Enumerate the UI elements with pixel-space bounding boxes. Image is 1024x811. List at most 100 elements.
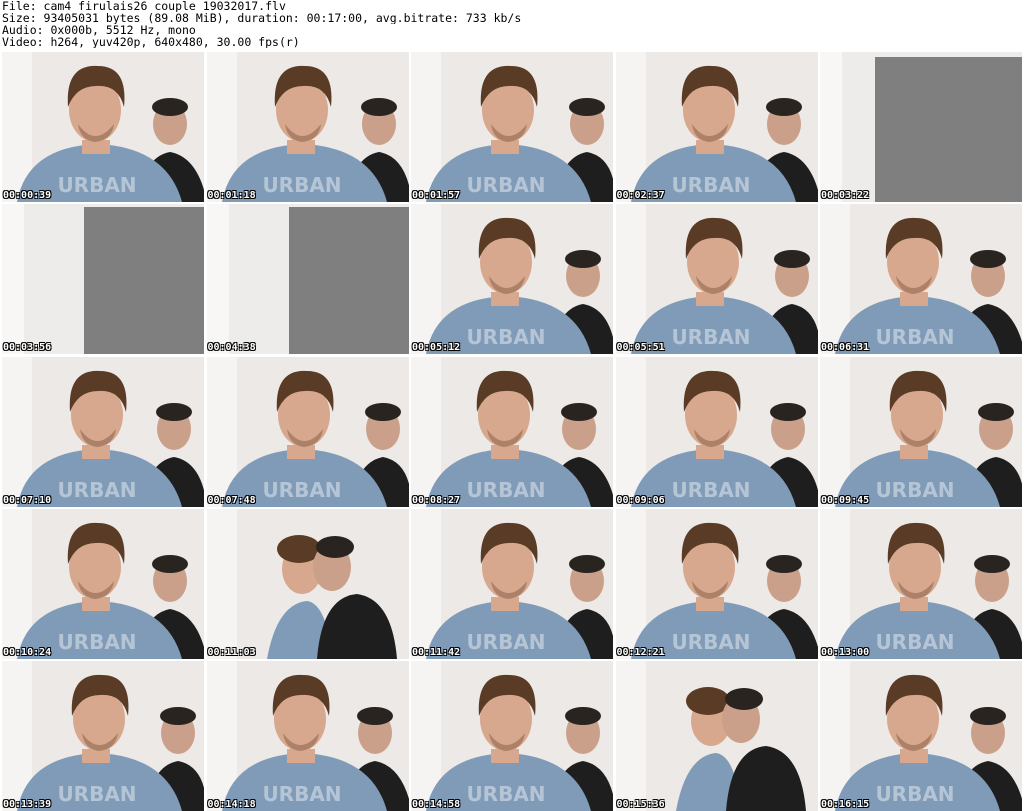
timestamp-label: 00:09:06 (616, 494, 665, 506)
timestamp-label: 00:04:38 (207, 342, 256, 354)
timestamp-label: 00:03:22 (821, 190, 870, 201)
timestamp-label: 00:05:12 (412, 342, 461, 354)
video-thumbnail: URBAN 00:14:18 (206, 661, 409, 811)
audio-info-line: Audio: 0x000b, 5512 Hz, mono (2, 24, 196, 36)
video-thumbnail: URBAN 00:08:27 (411, 356, 613, 507)
video-thumbnail: 00:15:36 (615, 661, 818, 811)
dark-hair (769, 402, 806, 421)
neck (82, 596, 110, 611)
shirt-print: URBAN (466, 173, 545, 197)
timestamp-label: 00:07:10 (3, 494, 52, 506)
video-thumbnail: URBAN 00:09:45 (820, 356, 1022, 507)
shirt-print: URBAN (57, 173, 136, 197)
timestamp-label: 00:03:56 (3, 342, 52, 354)
dark-hair (356, 707, 393, 725)
thumbnail-frame: URBAN (820, 204, 1022, 355)
video-thumbnail: 00:03:56 (2, 204, 204, 355)
dark-hair (364, 402, 401, 421)
dark-hair (724, 688, 763, 710)
timestamp-label: 00:10:24 (3, 646, 52, 658)
thumbnail-frame: URBAN (411, 52, 613, 202)
thumbnail-frame (615, 661, 818, 811)
thumbnail-frame: URBAN (411, 508, 613, 659)
video-info-line: Video: h264, yuv420p, 640x480, 30.00 fps… (2, 36, 300, 48)
thumbnail-frame: URBAN (2, 508, 204, 659)
video-thumbnail: URBAN 00:10:24 (2, 508, 204, 659)
shirt-print: URBAN (262, 478, 341, 502)
neck (286, 749, 315, 763)
shirt-print: URBAN (57, 630, 136, 654)
dark-hair (152, 554, 188, 573)
thumbnail-frame: URBAN (411, 204, 613, 355)
neck (491, 596, 519, 611)
neck (82, 444, 110, 459)
gray-panel (875, 57, 1022, 202)
dark-hair (765, 554, 802, 573)
neck (695, 140, 724, 154)
thumbnail-frame: URBAN (615, 356, 818, 507)
timestamp-label: 00:05:51 (616, 342, 665, 354)
dark-hair (978, 402, 1014, 421)
video-thumbnail: 00:11:03 (206, 508, 409, 659)
timestamp-label: 00:11:42 (412, 646, 461, 658)
timestamp-label: 00:11:03 (207, 646, 256, 658)
thumbnail-frame: URBAN (615, 204, 818, 355)
neck (286, 140, 315, 154)
video-thumbnail: URBAN 00:07:48 (206, 356, 409, 507)
shirt-print: URBAN (466, 782, 545, 806)
timestamp-label: 00:08:27 (412, 494, 461, 506)
neck (695, 444, 724, 459)
video-thumbnail: URBAN 00:01:18 (206, 52, 409, 202)
neck (286, 444, 315, 459)
dark-hair (569, 554, 605, 573)
shirt-print: URBAN (466, 325, 545, 349)
video-thumbnail: URBAN 00:00:39 (2, 52, 204, 202)
gray-panel (84, 207, 204, 355)
thumbnail-frame (820, 52, 1022, 202)
timestamp-label: 00:06:31 (821, 342, 870, 354)
shirt-print: URBAN (875, 325, 954, 349)
timestamp-label: 00:01:18 (207, 190, 256, 201)
video-thumbnail: URBAN 00:07:10 (2, 356, 204, 507)
thumbnail-frame (2, 204, 204, 355)
dark-hair (360, 98, 397, 116)
timestamp-label: 00:09:45 (821, 494, 870, 506)
dark-hair (561, 402, 597, 421)
shirt-print: URBAN (671, 173, 750, 197)
shirt-print: URBAN (875, 478, 954, 502)
window-light (615, 661, 646, 811)
thumbnail-frame (206, 508, 409, 659)
shirt-print: URBAN (671, 478, 750, 502)
dark-hair (569, 98, 605, 116)
thumbnail-frame: URBAN (615, 508, 818, 659)
thumbnail-frame: URBAN (411, 356, 613, 507)
thumbnail-frame: URBAN (615, 52, 818, 202)
window-light (206, 204, 229, 355)
timestamp-label: 00:16:15 (821, 799, 870, 810)
video-thumbnail: URBAN 00:13:00 (820, 508, 1022, 659)
video-thumbnail: URBAN 00:02:37 (615, 52, 818, 202)
neck (491, 292, 519, 307)
neck (900, 444, 928, 459)
timestamp-label: 00:13:00 (821, 646, 870, 658)
timestamp-label: 00:00:39 (3, 190, 52, 201)
thumbnail-frame: URBAN (820, 661, 1022, 811)
thumbnail-frame: URBAN (206, 661, 409, 811)
shirt-print: URBAN (466, 630, 545, 654)
timestamp-label: 00:07:48 (207, 494, 256, 506)
video-thumbnail: URBAN 00:11:42 (411, 508, 613, 659)
neck (900, 292, 928, 307)
video-thumbnail: URBAN 00:06:31 (820, 204, 1022, 355)
file-info-header: File: cam4_firulais26_couple_19032017.fl… (2, 0, 1022, 52)
shirt-print: URBAN (466, 478, 545, 502)
neck (82, 140, 110, 154)
thumbnail-frame: URBAN (206, 52, 409, 202)
gray-panel (288, 207, 409, 355)
thumbnail-frame: URBAN (820, 356, 1022, 507)
video-thumbnail: URBAN 00:16:15 (820, 661, 1022, 811)
thumbnail-frame: URBAN (2, 356, 204, 507)
shirt-print: URBAN (671, 325, 750, 349)
neck (695, 596, 724, 611)
video-thumbnail: URBAN 00:12:21 (615, 508, 818, 659)
video-thumbnail: URBAN 00:13:39 (2, 661, 204, 811)
